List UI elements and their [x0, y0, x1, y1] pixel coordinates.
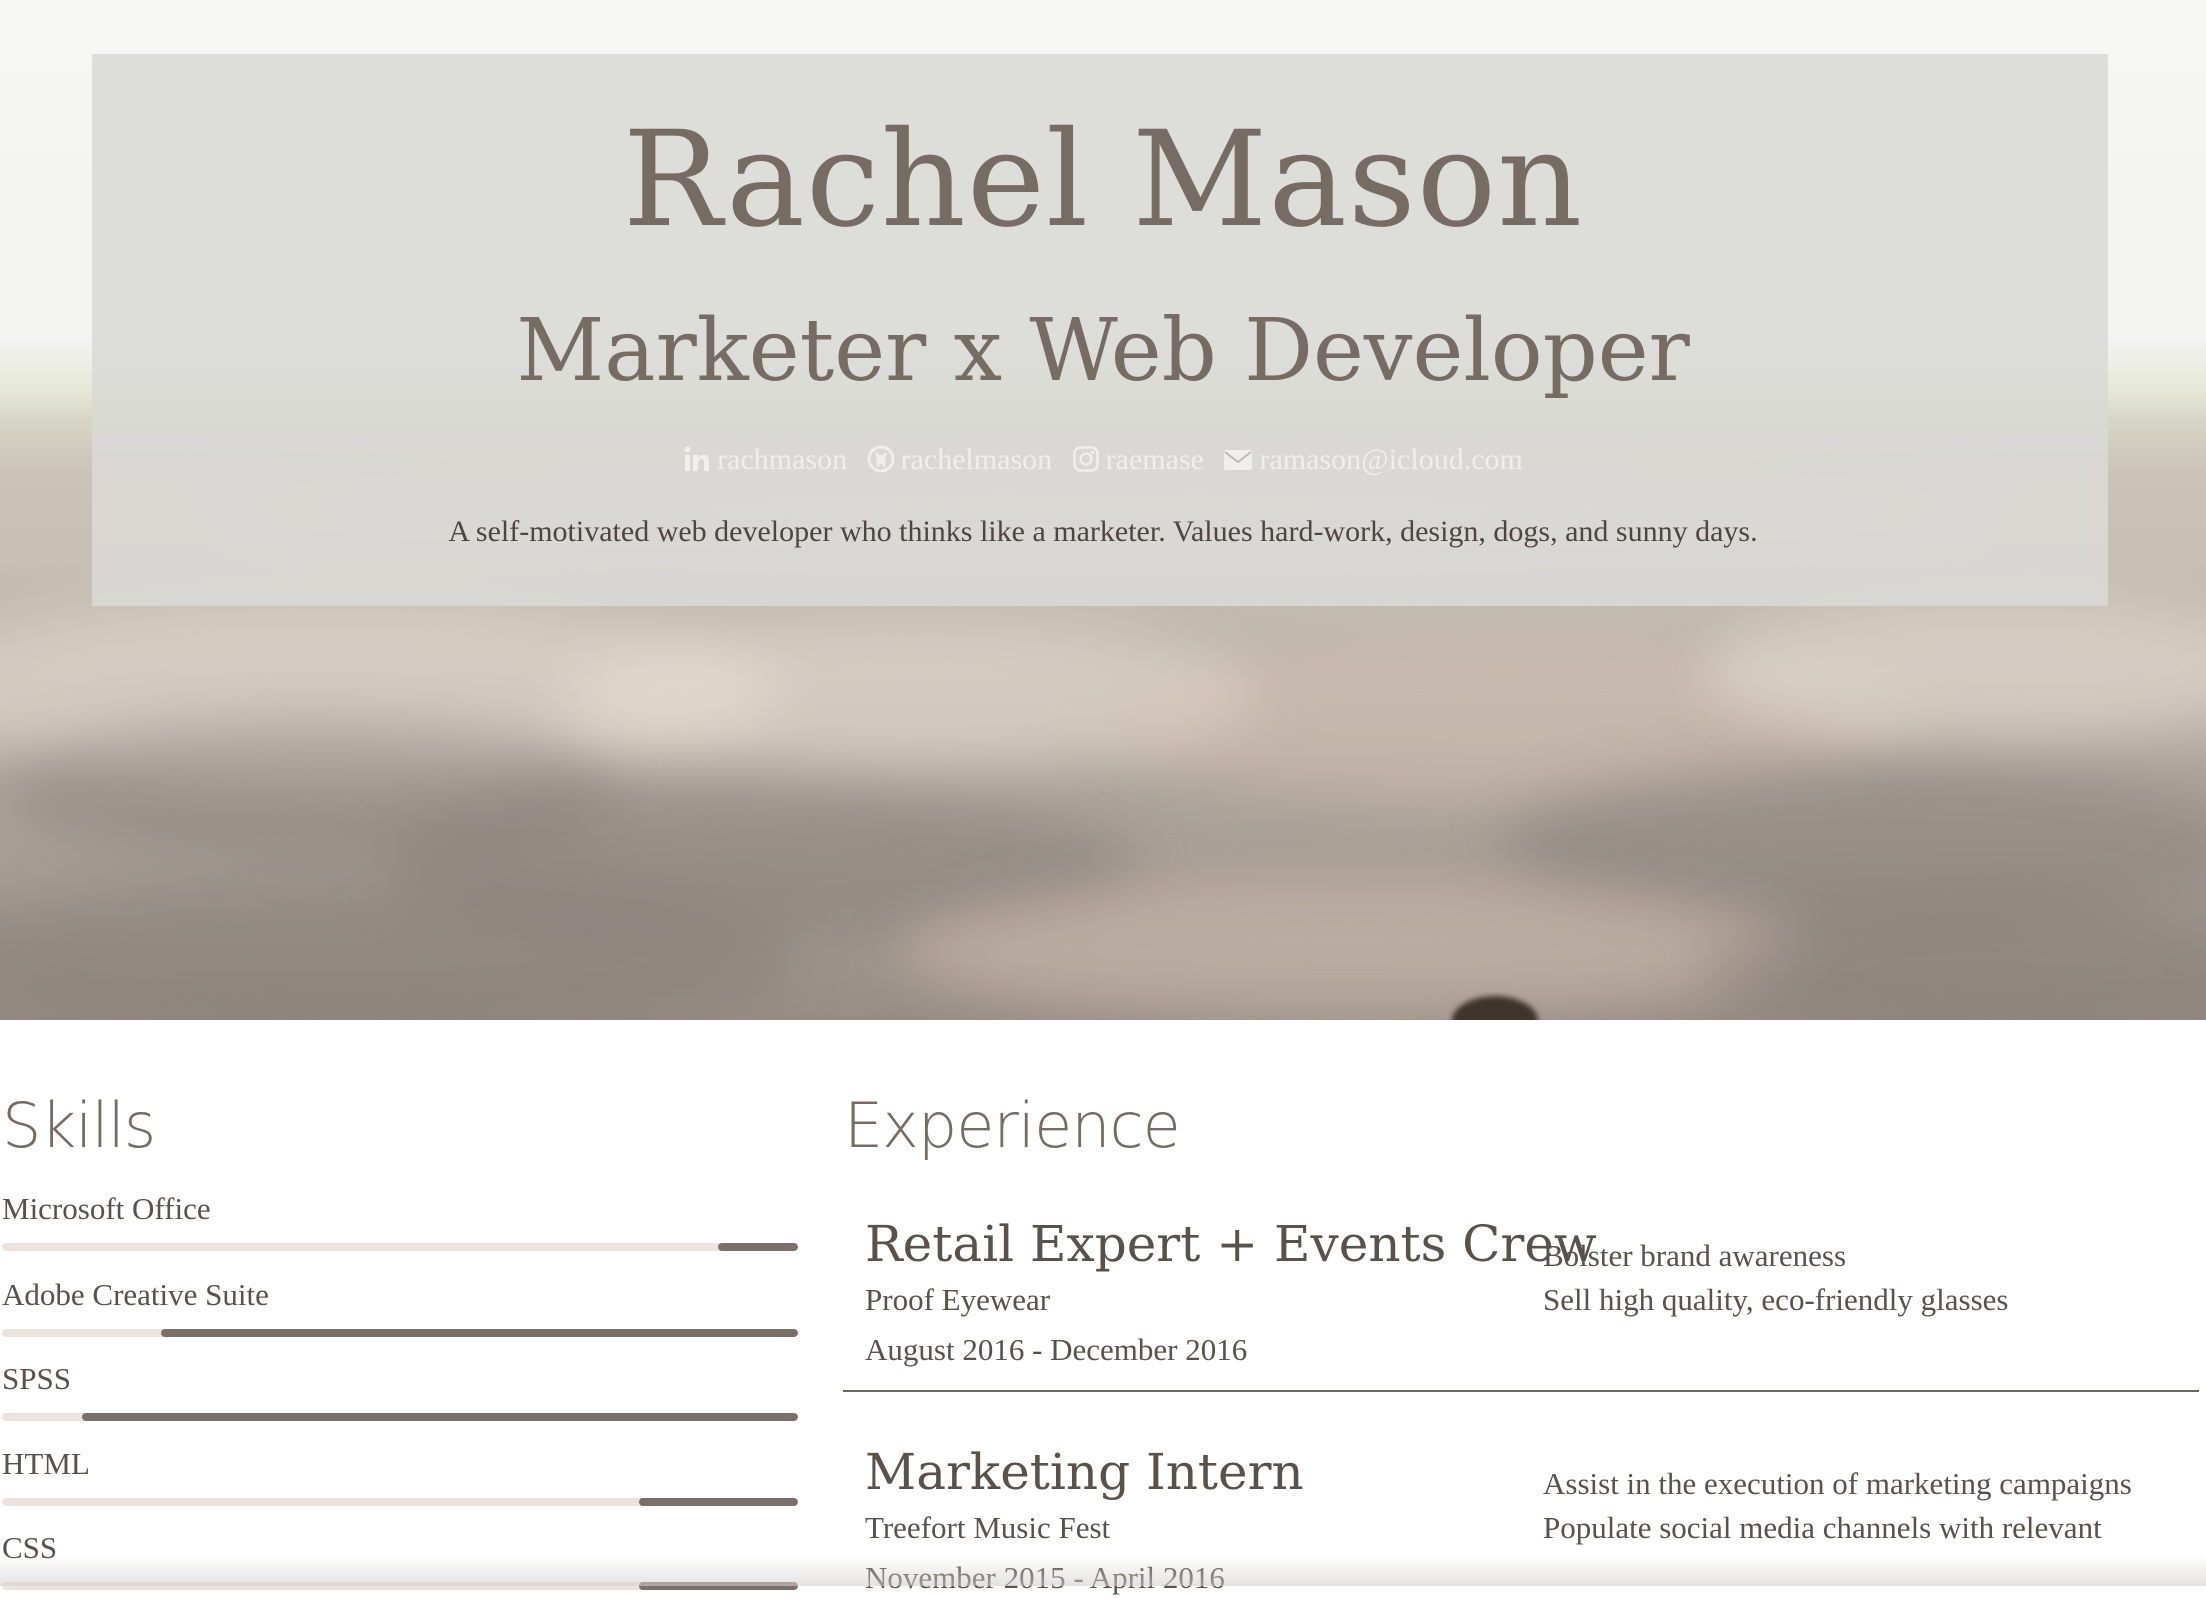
github-icon [867, 445, 895, 473]
job-dates: August 2016 - December 2016 [865, 1332, 1248, 1367]
github-handle: rachelmason [900, 443, 1053, 477]
email-link[interactable]: ramason@icloud.com [1223, 440, 1523, 480]
job-duties: Bolster brand awareness Sell high qualit… [1543, 1234, 2183, 1322]
skill-bar-fill [638, 1582, 798, 1590]
instagram-icon [1072, 446, 1099, 472]
experience-heading: Experience [844, 1089, 1181, 1162]
job-title: Retail Expert + Events Crew [865, 1215, 1597, 1273]
skill-bar-fill [718, 1243, 798, 1251]
job-duty: Bolster brand awareness [1543, 1238, 1847, 1273]
envelope-icon [1224, 450, 1253, 471]
linkedin-icon [684, 446, 710, 472]
email-address: ramason@icloud.com [1259, 443, 1523, 477]
skill-bar-fill [638, 1498, 798, 1506]
job-duty: Sell high quality, eco-friendly glasses [1543, 1282, 2009, 1317]
job-duties: Assist in the execution of marketing cam… [1543, 1462, 2183, 1550]
skill-item: HTML [2, 1444, 798, 1506]
linkedin-link[interactable]: rachmason [683, 440, 847, 480]
github-link[interactable]: rachelmason [867, 440, 1053, 480]
job-company: Proof Eyewear [865, 1282, 1051, 1317]
skill-item: Microsoft Office [2, 1189, 798, 1251]
instagram-handle: raemase [1105, 443, 1204, 477]
skill-bar-fill [81, 1413, 798, 1421]
job-duty: Populate social media channels with rele… [1543, 1510, 2102, 1545]
skill-bar [2, 1329, 798, 1337]
job-divider [843, 1390, 2199, 1392]
job-title: Marketing Intern [865, 1443, 1304, 1501]
hero-title: Marketer x Web Developer [516, 301, 1690, 401]
linkedin-handle: rachmason [717, 443, 848, 477]
skill-bar-fill [161, 1329, 798, 1337]
job-duty: Assist in the execution of marketing cam… [1543, 1466, 2132, 1501]
skills-heading: Skills [2, 1089, 156, 1162]
skill-bar [2, 1243, 798, 1251]
job-company: Treefort Music Fest [865, 1510, 1111, 1545]
skill-label: CSS [2, 1530, 58, 1565]
skill-label: SPSS [2, 1361, 71, 1396]
instagram-link[interactable]: raemase [1072, 440, 1204, 480]
skill-item: Adobe Creative Suite [2, 1275, 798, 1337]
contact-links: rachmason rachelmason raemase ramason@ic… [0, 438, 2206, 480]
job-dates: November 2015 - April 2016 [865, 1560, 1225, 1595]
hero-bio: A self-motivated web developer who think… [448, 515, 1758, 548]
skill-label: HTML [2, 1446, 90, 1481]
skill-bar [2, 1582, 798, 1590]
hero-name: Rachel Mason [622, 103, 1584, 257]
hero-header: Rachel Mason Marketer x Web Developer ra… [0, 0, 2206, 1020]
skill-label: Adobe Creative Suite [2, 1277, 269, 1312]
skill-bar [2, 1413, 798, 1421]
skill-item: SPSS [2, 1359, 798, 1421]
skill-label: Microsoft Office [2, 1191, 211, 1226]
skill-bar [2, 1498, 798, 1506]
skill-item: CSS [2, 1528, 798, 1590]
